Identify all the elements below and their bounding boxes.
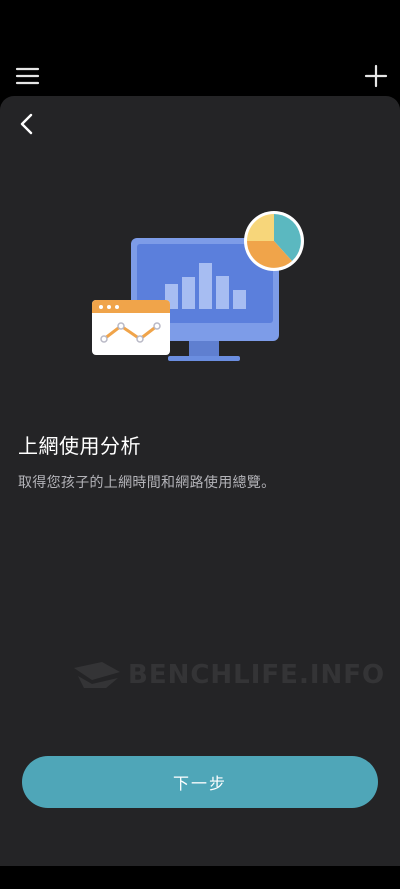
page-description: 取得您孩子的上網時間和網路使用總覽。 [18,475,276,491]
top-bar [0,0,400,96]
hamburger-menu-icon[interactable] [12,60,44,92]
watermark-text: BENCHLIFE.INFO [128,660,386,690]
chevron-left-icon[interactable] [12,108,44,140]
page-title: 上網使用分析 [18,434,141,458]
onboarding-sheet: 上網使用分析 取得您孩子的上網時間和網路使用總覽。 BENCHLIFE.INFO… [0,96,400,866]
plus-icon[interactable] [360,60,392,92]
bottom-bar [0,866,400,889]
line-chart-card [92,300,170,355]
watermark: BENCHLIFE.INFO [72,656,384,696]
screen-bar [216,276,229,309]
pie-chart-icon [244,211,304,271]
watermark-logo-icon [74,662,120,688]
monitor-base [168,356,240,361]
usage-analytics-illustration [92,211,304,361]
monitor-stand [189,340,219,358]
screen-bar [233,290,246,309]
screen-bar [182,277,195,309]
next-button[interactable]: 下一步 [22,756,378,808]
screen-bar [199,263,212,309]
